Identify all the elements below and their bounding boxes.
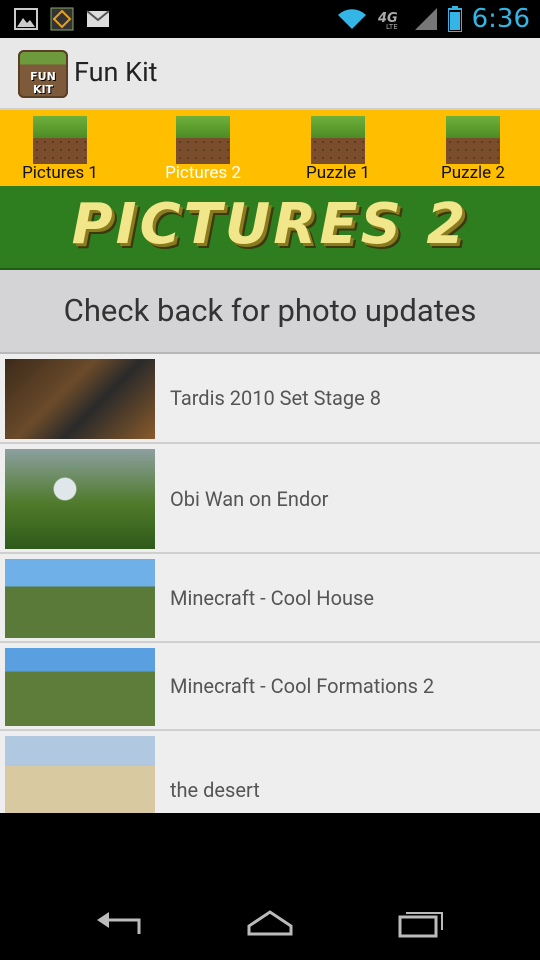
tab-puzzle-1[interactable]: Puzzle 1 (283, 110, 393, 186)
system-nav-bar (0, 813, 540, 960)
grass-block-icon (311, 116, 365, 164)
signal-icon (414, 8, 437, 30)
list-item-title: Minecraft - Cool Formations 2 (170, 674, 435, 698)
tab-pictures-2[interactable]: Pictures 2 (148, 110, 258, 186)
thumbnail-image (5, 449, 155, 549)
recent-apps-button[interactable] (396, 908, 446, 938)
action-bar: FUN KIT Fun Kit (0, 38, 540, 110)
photo-list[interactable]: Tardis 2010 Set Stage 8 Obi Wan on Endor… (0, 354, 540, 813)
svg-text:LTE: LTE (386, 23, 398, 30)
thumbnail-image (5, 648, 155, 726)
info-text: Check back for photo updates (63, 292, 477, 329)
list-item-title: Obi Wan on Endor (170, 487, 329, 511)
clock: 6:36 (471, 4, 530, 34)
tab-bar: Pictures 1 Pictures 2 Puzzle 1 Puzzle 2 (0, 110, 540, 186)
info-header: Check back for photo updates (0, 270, 540, 354)
tab-label: Puzzle 1 (306, 163, 370, 183)
list-item[interactable]: Minecraft - Cool House (0, 554, 540, 643)
status-bar: 4G LTE 6:36 (0, 0, 540, 38)
tab-label: Pictures 2 (165, 163, 241, 183)
grass-block-icon (446, 116, 500, 164)
list-item[interactable]: Tardis 2010 Set Stage 8 (0, 354, 540, 444)
list-item[interactable]: the desert (0, 731, 540, 813)
app-logo-text: FUN KIT (30, 70, 56, 96)
app-notify-icon (50, 7, 74, 31)
wifi-icon (337, 9, 366, 29)
banner-title: PICTURES 2 (71, 192, 469, 257)
app-logo[interactable]: FUN KIT (18, 50, 68, 98)
app-title: Fun Kit (74, 56, 158, 88)
thumbnail-image (5, 736, 155, 813)
image-icon (14, 8, 38, 30)
battery-icon (447, 6, 462, 32)
list-item-title: Tardis 2010 Set Stage 8 (170, 386, 381, 410)
thumbnail-image (5, 359, 155, 439)
grass-block-icon (176, 116, 230, 164)
tab-pictures-1[interactable]: Pictures 1 (5, 110, 115, 186)
list-item-title: the desert (170, 778, 260, 802)
list-item[interactable]: Minecraft - Cool Formations 2 (0, 643, 540, 731)
list-item[interactable]: Obi Wan on Endor (0, 444, 540, 554)
section-banner: PICTURES 2 (0, 186, 540, 270)
tab-label: Pictures 1 (22, 163, 98, 183)
back-button[interactable] (95, 908, 145, 938)
4g-lte-icon: 4G LTE (378, 11, 398, 30)
list-item-title: Minecraft - Cool House (170, 586, 374, 610)
thumbnail-image (5, 559, 155, 638)
home-button[interactable] (245, 908, 295, 938)
tab-puzzle-2[interactable]: Puzzle 2 (418, 110, 528, 186)
mail-icon (86, 10, 110, 27)
tab-label: Puzzle 2 (441, 163, 505, 183)
grass-block-icon (33, 116, 87, 164)
